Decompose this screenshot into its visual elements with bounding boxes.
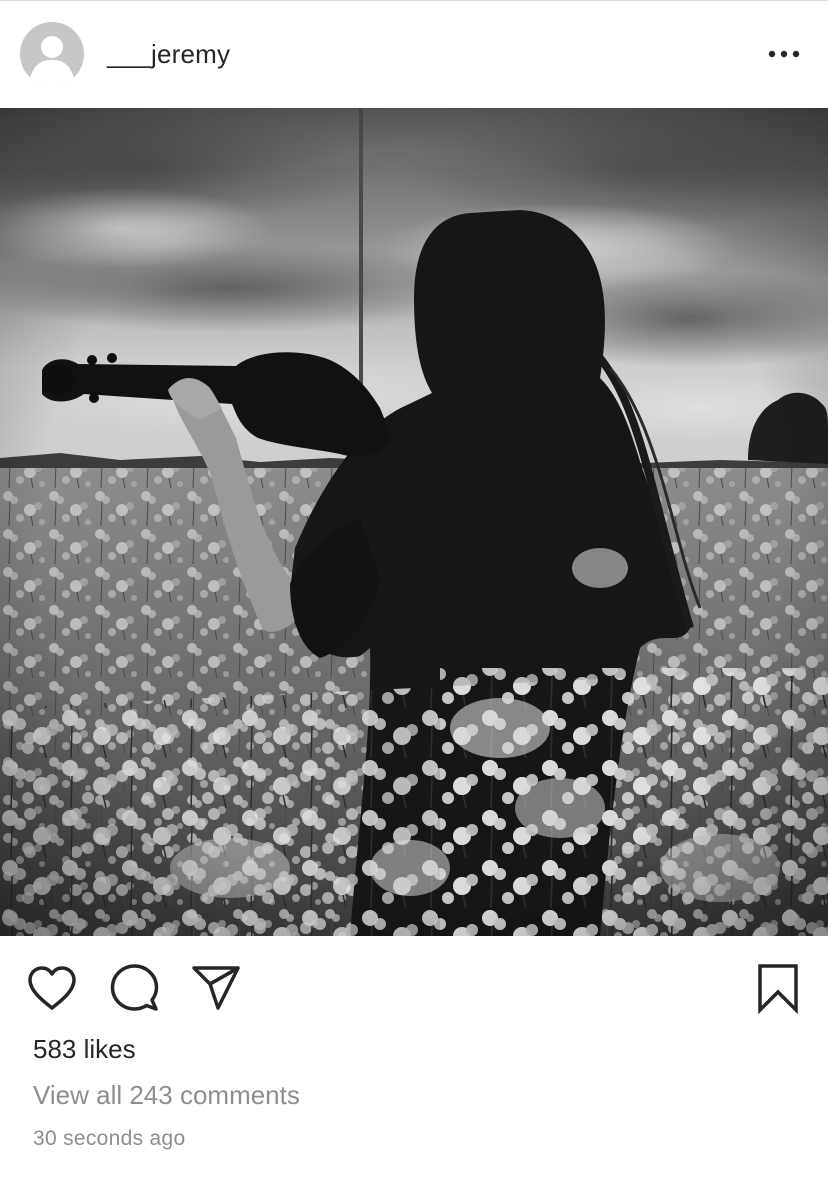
more-options-icon[interactable] (764, 37, 804, 71)
paper-plane-icon[interactable] (188, 960, 244, 1016)
post-header: ___jeremy (0, 1, 828, 108)
heart-icon[interactable] (24, 960, 80, 1016)
default-avatar-icon[interactable] (20, 22, 84, 86)
comment-icon[interactable] (106, 960, 162, 1016)
post-actions-bar (0, 936, 828, 1032)
view-comments-link[interactable]: View all 243 comments (33, 1080, 300, 1111)
post-image[interactable] (0, 108, 828, 936)
username-link[interactable]: ___jeremy (107, 39, 230, 70)
post-timestamp: 30 seconds ago (33, 1127, 186, 1150)
likes-count[interactable]: 583 likes (33, 1034, 136, 1065)
bookmark-icon[interactable] (750, 960, 806, 1016)
